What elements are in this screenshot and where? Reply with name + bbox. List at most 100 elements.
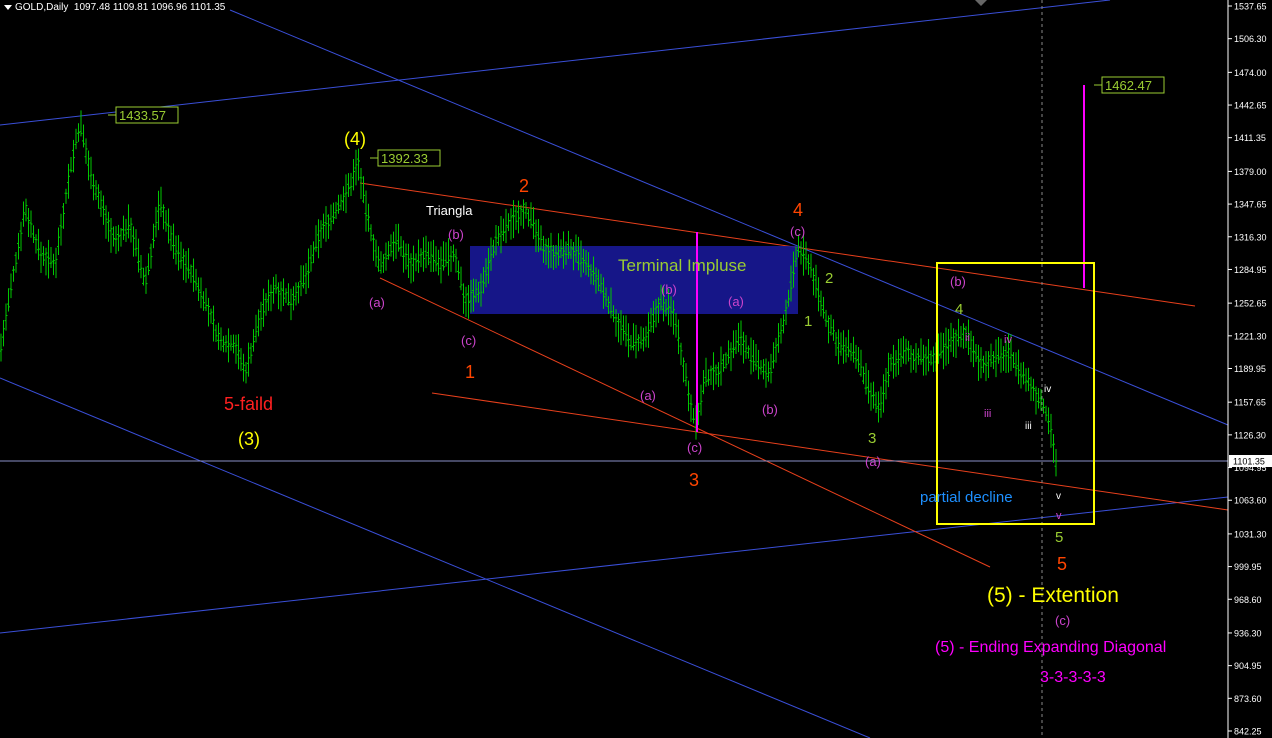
candle: [0, 333, 3, 362]
candle: [54, 247, 58, 279]
candle: [452, 244, 455, 262]
candle: [722, 354, 725, 372]
candle: [1002, 346, 1005, 371]
candle: [859, 349, 863, 377]
candle: [449, 246, 453, 272]
wave-label: iv: [1044, 384, 1051, 395]
candle: [149, 243, 153, 269]
candle: [187, 248, 190, 279]
candle: [854, 344, 858, 369]
candle: [502, 218, 505, 242]
candle: [514, 206, 518, 230]
candle: [342, 186, 345, 211]
wave-label: (a): [369, 295, 385, 310]
candle: [819, 290, 823, 317]
candle: [99, 190, 103, 217]
candle: [809, 253, 813, 278]
candle: [427, 241, 430, 266]
wave-label: ii: [965, 332, 970, 344]
y-tick-label: 1031.30: [1234, 529, 1267, 539]
candle: [424, 235, 428, 269]
candle: [752, 339, 755, 372]
y-tick-label: 936.30: [1234, 628, 1262, 638]
candle: [392, 231, 395, 262]
candle: [727, 340, 730, 364]
y-tick-label: 1189.95: [1234, 364, 1266, 374]
wave-label: iv: [1004, 334, 1012, 346]
candle: [999, 338, 1003, 373]
candle: [352, 159, 355, 191]
candle: [32, 225, 35, 243]
candle: [729, 342, 733, 372]
candle: [454, 248, 458, 273]
candle: [189, 264, 193, 283]
price-chart[interactable]: 1433.57 1392.33 1462.47 (4) 5-faild (3) Trian…: [0, 0, 1272, 738]
candle: [804, 241, 808, 270]
candle: [192, 258, 195, 292]
wave-label: (a): [728, 294, 744, 309]
candle: [384, 242, 388, 271]
candle: [437, 249, 440, 276]
candle: [179, 241, 183, 269]
y-tick-label: 1442.65: [1234, 101, 1267, 111]
candle: [774, 337, 778, 363]
candle: [47, 239, 50, 279]
candle: [687, 380, 690, 412]
candle: [1042, 398, 1045, 414]
candle: [914, 343, 918, 373]
candle: [49, 247, 53, 269]
candle: [947, 328, 950, 364]
price-labels: 1433.57 1392.33 1462.47: [108, 76, 1165, 167]
candle: [744, 335, 748, 359]
candle: [1054, 449, 1058, 477]
candle: [952, 328, 955, 357]
candle: [994, 339, 998, 378]
candle: [457, 260, 460, 281]
candle: [839, 332, 843, 356]
candle: [829, 314, 833, 336]
candle: [927, 339, 930, 372]
candle: [647, 312, 650, 348]
candle: [442, 241, 445, 271]
candle: [464, 286, 468, 317]
wave-label: (c): [1055, 613, 1070, 628]
candle: [169, 225, 173, 251]
candle: [299, 265, 303, 297]
candle: [439, 246, 443, 284]
y-tick-label: 1379.00: [1234, 167, 1267, 177]
candle: [7, 288, 10, 312]
candle: [142, 267, 145, 286]
candle: [2, 320, 5, 347]
candle: [827, 315, 830, 344]
candle: [997, 337, 1000, 364]
candle: [134, 229, 138, 257]
scroll-marker-icon[interactable]: [975, 0, 987, 6]
wave-label: 5-faild: [224, 394, 273, 414]
candle: [307, 248, 310, 289]
candle: [139, 255, 143, 279]
candle: [222, 335, 225, 353]
candle: [822, 296, 825, 319]
candle: [119, 227, 123, 247]
price-label-text: 1433.57: [119, 108, 166, 123]
y-tick-label: 1126.30: [1234, 430, 1266, 440]
candle: [702, 369, 705, 395]
candle: [234, 334, 238, 364]
candle: [922, 344, 925, 376]
candle: [52, 253, 55, 276]
lower-wedge-line: [379, 277, 991, 568]
candle: [214, 324, 218, 343]
candle: [954, 329, 958, 358]
candle: [64, 188, 68, 204]
y-tick-label: 968.60: [1234, 595, 1262, 605]
candle: [382, 254, 385, 273]
candle: [624, 315, 628, 347]
wave-label: (5) - Ending Expanding Diagonal: [935, 639, 1166, 656]
y-tick-label: 1347.65: [1234, 200, 1267, 210]
candle: [799, 241, 803, 265]
candle: [267, 279, 270, 311]
candle: [409, 253, 413, 284]
candle: [634, 324, 638, 359]
candle: [372, 234, 375, 261]
candle: [732, 330, 735, 359]
